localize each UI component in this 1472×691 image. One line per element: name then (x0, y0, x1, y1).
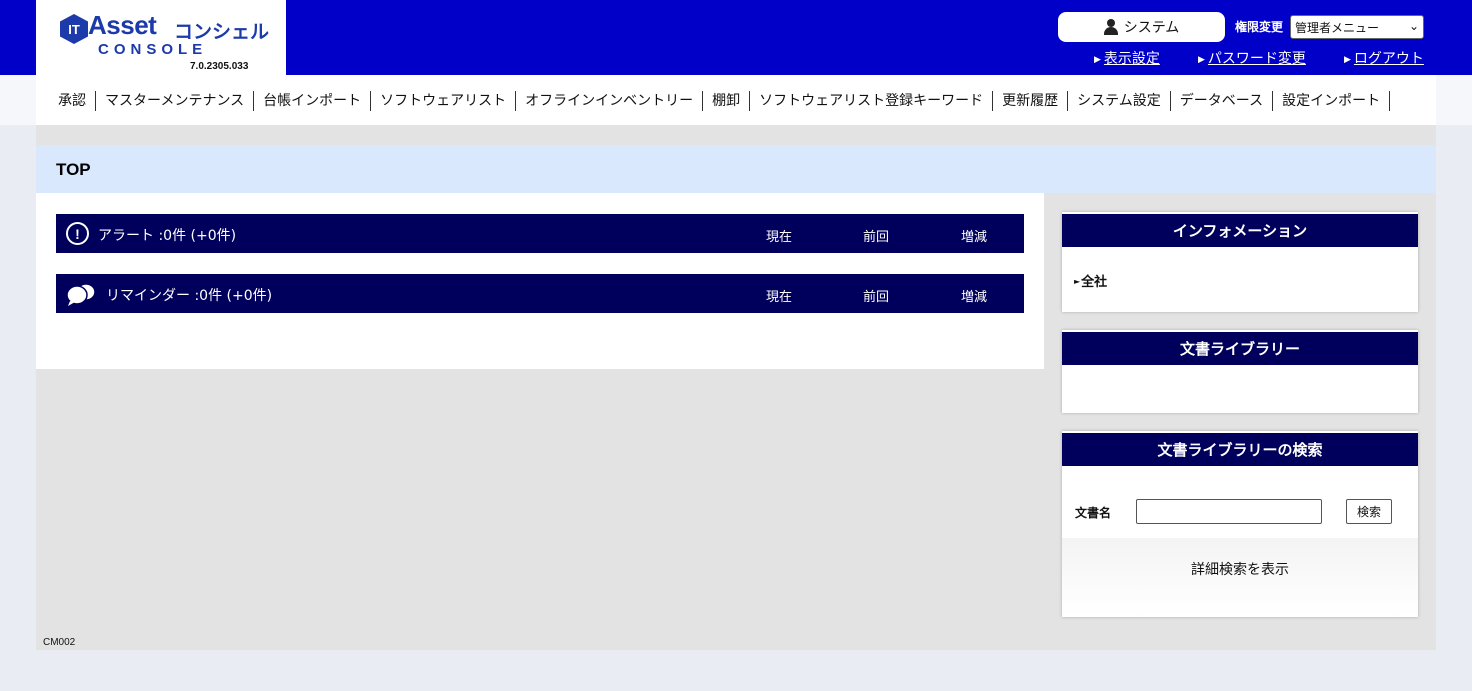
logo-concierge-text: コンシェル (174, 21, 270, 43)
exclamation-circle-icon: ! (66, 222, 89, 245)
display-settings-link[interactable]: ▶ 表示設定 (1094, 48, 1160, 68)
alert-bar[interactable]: ! アラート :0件 (+0件) 現在 前回 増減 (56, 214, 1024, 253)
nav-item-stocktaking[interactable]: 棚卸 (703, 91, 751, 111)
nav-item-update-history[interactable]: 更新履歴 (993, 91, 1069, 111)
alert-col-diff: 増減 (960, 230, 987, 245)
information-title: インフォメーション (1062, 212, 1418, 247)
nav-item-ledger-import[interactable]: 台帳インポート (254, 91, 372, 111)
status-panel: ! アラート :0件 (+0件) 現在 前回 増減 リマインダー :0件 (+0… (36, 193, 1044, 369)
reminder-col-diff: 増減 (960, 290, 987, 305)
information-item-all[interactable]: ►全社 (1074, 271, 1107, 290)
logo-it-text: IT (68, 21, 80, 37)
page-title: TOP (56, 160, 91, 179)
information-box: インフォメーション ►全社 (1062, 212, 1418, 312)
role-select[interactable]: 管理者メニュー ⌄ (1290, 15, 1424, 39)
nav-item-system-settings[interactable]: システム設定 (1068, 91, 1171, 111)
reminder-col-previous: 前回 (862, 290, 889, 305)
logout-link[interactable]: ▶ ログアウト (1344, 48, 1424, 68)
triangle-right-icon: ▶ (1344, 55, 1351, 65)
speech-bubbles-icon (66, 283, 96, 306)
logo-asset-text: Asset (88, 10, 157, 40)
main-nav-inner: 承認 マスターメンテナンス 台帳インポート ソフトウェアリスト オフラインインベ… (36, 75, 1436, 125)
password-change-label: パスワード変更 (1207, 51, 1306, 67)
app-version: 7.0.2305.033 (190, 61, 249, 72)
app-logo[interactable]: IT Asset コンシェル CONSOLE 7.0.2305.033 (36, 0, 286, 75)
triangle-right-icon: ▶ (1094, 55, 1101, 65)
nav-menu: 承認 マスターメンテナンス 台帳インポート ソフトウェアリスト オフラインインベ… (58, 91, 1391, 111)
user-name: システム (1123, 20, 1180, 36)
nav-item-master-maintenance[interactable]: マスターメンテナンス (96, 91, 255, 111)
document-name-input[interactable] (1136, 499, 1322, 524)
nav-item-software-keyword[interactable]: ソフトウェアリスト登録キーワード (750, 91, 994, 111)
nav-item-settings-import[interactable]: 設定インポート (1273, 91, 1391, 111)
screen-id: CM002 (43, 637, 76, 648)
nav-item-software-list[interactable]: ソフトウェアリスト (371, 91, 517, 111)
logo-hexagon-icon: IT (60, 14, 88, 44)
reminder-col-now: 現在 (765, 290, 792, 305)
document-library-title: 文書ライブラリー (1062, 330, 1418, 365)
display-settings-label: 表示設定 (1103, 51, 1160, 67)
user-button[interactable]: システム (1058, 12, 1225, 42)
logout-label: ログアウト (1353, 51, 1424, 67)
nav-item-approval[interactable]: 承認 (58, 91, 96, 111)
alert-col-previous: 前回 (862, 230, 889, 245)
triangle-right-icon: ▶ (1198, 55, 1205, 65)
role-change-label: 権限変更 (1235, 20, 1284, 34)
library-search-box: 文書ライブラリーの検索 文書名 検索 詳細検索を表示 (1062, 431, 1418, 617)
chevron-down-icon: ⌄ (1408, 19, 1419, 33)
search-button[interactable]: 検索 (1346, 499, 1392, 524)
information-item-label: 全社 (1081, 275, 1108, 290)
arrow-right-icon: ► (1074, 277, 1081, 286)
library-search-title: 文書ライブラリーの検索 (1062, 431, 1418, 466)
alert-label: アラート :0件 (+0件) (98, 228, 237, 244)
main-nav: 承認 マスターメンテナンス 台帳インポート ソフトウェアリスト オフラインインベ… (0, 75, 1472, 125)
reminder-bar[interactable]: リマインダー :0件 (+0件) 現在 前回 増減 (56, 274, 1024, 313)
detail-search-link[interactable]: 詳細検索を表示 (1062, 559, 1418, 579)
reminder-label: リマインダー :0件 (+0件) (106, 288, 273, 304)
person-icon (1103, 19, 1118, 35)
password-change-link[interactable]: ▶ パスワード変更 (1198, 48, 1306, 68)
nav-item-offline-inventory[interactable]: オフラインインベントリー (516, 91, 704, 111)
alert-col-now: 現在 (765, 230, 792, 245)
header-bar: IT Asset コンシェル CONSOLE 7.0.2305.033 システム… (0, 0, 1472, 75)
document-library-box: 文書ライブラリー (1062, 330, 1418, 413)
page-title-bar: TOP (36, 145, 1436, 193)
role-select-value: 管理者メニュー (1295, 20, 1380, 35)
document-name-label: 文書名 (1075, 506, 1112, 520)
logo-console-text: CONSOLE (98, 41, 208, 58)
nav-item-database[interactable]: データベース (1171, 91, 1274, 111)
